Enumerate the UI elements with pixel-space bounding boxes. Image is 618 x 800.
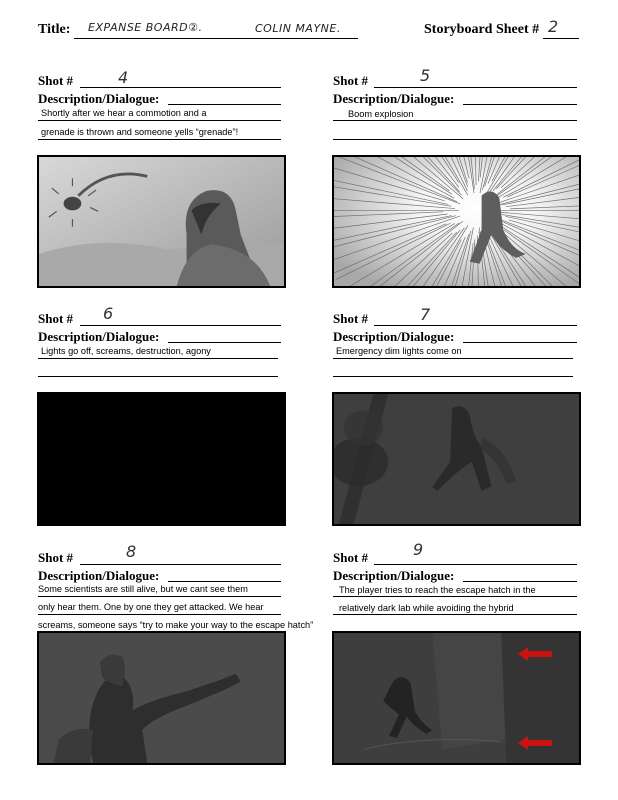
shot-5-line-1 xyxy=(333,120,577,121)
shot-5-desc-line xyxy=(463,104,577,105)
shot-5-text-1[interactable]: Boom explosion xyxy=(348,109,413,119)
shot-4-text-1[interactable]: Shortly after we hear a commotion and a xyxy=(41,108,206,118)
shot-9-text-1[interactable]: The player tries to reach the escape hat… xyxy=(339,585,536,595)
title-line xyxy=(74,38,358,39)
shot-6-label: Shot # xyxy=(38,311,74,326)
shot-8-line-1 xyxy=(38,596,281,597)
shot-5-line xyxy=(374,87,577,88)
shot-8-text-1[interactable]: Some scientists are still alive, but we … xyxy=(38,584,248,594)
shot-4-frame xyxy=(37,155,286,288)
title-value[interactable]: EXPANSE BOARD②. xyxy=(88,21,202,34)
shot-8-frame xyxy=(37,631,286,765)
arrow-left-icon-2 xyxy=(518,736,552,750)
shot-7-desc-line xyxy=(463,342,577,343)
shot-5-sketch xyxy=(334,157,579,286)
shot-4-text-2[interactable]: grenade is thrown and someone yells “gre… xyxy=(41,127,238,137)
shot-7-text-1[interactable]: Emergency dim lights come on xyxy=(336,346,462,356)
shot-4-number[interactable]: 4 xyxy=(118,68,128,87)
shot-6-desc-line xyxy=(168,342,281,343)
shot-6-line xyxy=(80,325,281,326)
shot-7-frame xyxy=(332,392,581,526)
shot-7-line-1 xyxy=(333,358,573,359)
shot-5-line-2 xyxy=(333,139,577,140)
sheet-label: Storyboard Sheet # xyxy=(424,22,540,37)
sheet-number[interactable]: 2 xyxy=(548,17,558,36)
shot-4-line-1 xyxy=(38,120,281,121)
shot-8-text-2[interactable]: only hear them. One by one they get atta… xyxy=(38,602,264,612)
shot-8-label: Shot # xyxy=(38,550,74,565)
shot-8-line-2 xyxy=(38,614,281,615)
shot-5-number[interactable]: 5 xyxy=(420,66,430,85)
shot-8-desc-line xyxy=(168,581,281,582)
shot-7-line-2 xyxy=(333,376,573,377)
shot-7-sketch xyxy=(334,394,579,524)
shot-4-desc-line xyxy=(168,104,281,105)
shot-7-desc-label: Description/Dialogue: xyxy=(333,329,455,344)
shot-9-line-1 xyxy=(333,596,577,597)
shot-9-line-2 xyxy=(333,614,577,615)
shot-5-desc-label: Description/Dialogue: xyxy=(333,91,455,106)
shot-8-number[interactable]: 8 xyxy=(126,542,136,561)
shot-6-desc-label: Description/Dialogue: xyxy=(38,329,160,344)
shot-6-number[interactable]: 6 xyxy=(103,304,113,323)
shot-8-text-3[interactable]: screams, someone says “try to make your … xyxy=(38,620,313,630)
author-value[interactable]: COLIN MAYNE. xyxy=(255,22,341,35)
shot-9-frame xyxy=(332,631,581,765)
shot-4-line xyxy=(80,87,281,88)
shot-6-frame xyxy=(37,392,286,526)
arrow-shape xyxy=(518,647,552,661)
shot-4-label: Shot # xyxy=(38,73,74,88)
sheet-line xyxy=(543,38,579,39)
shot-4-desc-label: Description/Dialogue: xyxy=(38,91,160,106)
shot-7-number[interactable]: 7 xyxy=(420,305,430,324)
shot-6-line-1 xyxy=(38,358,278,359)
shot-4-line-2 xyxy=(38,139,281,140)
shot-8-sketch xyxy=(39,633,284,763)
title-label: Title: xyxy=(38,22,71,37)
shot-7-label: Shot # xyxy=(333,311,369,326)
shot-9-line xyxy=(374,564,577,565)
arrow-shape xyxy=(518,736,552,750)
shot-8-desc-label: Description/Dialogue: xyxy=(38,568,160,583)
shot-5-label: Shot # xyxy=(333,73,369,88)
arrow-left-icon-1 xyxy=(518,647,552,661)
shot-4-sketch xyxy=(39,157,284,286)
shot-7-line xyxy=(374,325,577,326)
shot-9-number[interactable]: 9 xyxy=(413,540,423,559)
shot-9-desc-label: Description/Dialogue: xyxy=(333,568,455,583)
shot-9-desc-line xyxy=(463,581,577,582)
shot-6-text-1[interactable]: Lights go off, screams, destruction, ago… xyxy=(41,346,211,356)
shot-5-frame xyxy=(332,155,581,288)
shot-6-line-2 xyxy=(38,376,278,377)
shot-9-label: Shot # xyxy=(333,550,369,565)
shot-8-line xyxy=(80,564,281,565)
shot-9-text-2[interactable]: relatively dark lab while avoiding the h… xyxy=(339,603,514,613)
